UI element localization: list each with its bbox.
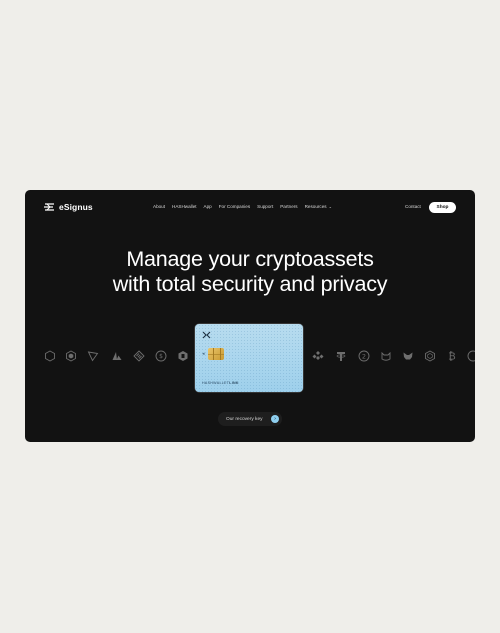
bitcoin-icon: ₿ bbox=[446, 350, 458, 363]
nav-item-partners[interactable]: Partners bbox=[280, 204, 297, 209]
shield-icon bbox=[424, 350, 436, 362]
nav-item-support[interactable]: Support bbox=[257, 204, 273, 209]
recovery-key-label: Our recovery key bbox=[226, 416, 263, 422]
website-frame: eSignus About HASHwallet App For Compani… bbox=[25, 190, 475, 442]
polygon-icon bbox=[177, 350, 189, 362]
hashwallet-card: ◂ HASHWALLETLINK bbox=[195, 324, 303, 392]
svg-text:2: 2 bbox=[362, 352, 366, 360]
generic-coin-icon bbox=[467, 350, 475, 362]
tether-icon bbox=[335, 350, 347, 362]
top-nav: eSignus About HASHwallet App For Compani… bbox=[25, 190, 475, 226]
metamask-icon bbox=[402, 350, 414, 362]
nav-item-resources-label: Resources bbox=[304, 204, 327, 209]
nav-item-app[interactable]: App bbox=[204, 204, 212, 209]
avalanche-icon bbox=[111, 350, 123, 362]
generic-coin-icon bbox=[44, 350, 56, 362]
contact-link[interactable]: Contact bbox=[405, 204, 421, 209]
main-menu: About HASHwallet App For Companies Suppo… bbox=[153, 204, 332, 209]
card-brand-prefix: HASHWALLET bbox=[202, 381, 230, 385]
cronos-icon bbox=[65, 350, 77, 362]
hashwallet-logo-icon bbox=[202, 331, 211, 339]
cat-icon bbox=[380, 350, 392, 362]
card-brand-text: HASHWALLETLINK bbox=[202, 381, 239, 385]
nfc-icon: ◂ bbox=[202, 351, 205, 357]
shop-button[interactable]: Shop bbox=[429, 202, 456, 213]
brand-name: eSignus bbox=[59, 202, 93, 212]
usdc-icon: $ bbox=[155, 350, 167, 362]
nav-item-hashwallet[interactable]: HASHwallet bbox=[172, 204, 197, 209]
hero-title-line-2: with total security and privacy bbox=[112, 272, 388, 296]
card-chip bbox=[208, 348, 224, 360]
brand-logo[interactable]: eSignus bbox=[44, 202, 93, 212]
binance-icon bbox=[312, 350, 324, 362]
nav-item-for-companies[interactable]: For Companies bbox=[219, 204, 250, 209]
svg-text:$: $ bbox=[159, 353, 163, 360]
binance-alt-icon bbox=[133, 350, 145, 362]
svg-text:₿: ₿ bbox=[448, 351, 455, 363]
two-icon: 2 bbox=[358, 350, 370, 362]
tron-icon bbox=[87, 350, 99, 362]
esignus-logo-icon bbox=[44, 203, 54, 211]
hero-title-line-1: Manage your cryptoassets bbox=[126, 247, 374, 271]
card-brand-suffix: LINK bbox=[229, 381, 239, 385]
nav-item-about[interactable]: About bbox=[153, 204, 165, 209]
recovery-key-button[interactable]: Our recovery key › bbox=[218, 412, 282, 426]
arrow-right-icon: › bbox=[271, 415, 279, 423]
nav-item-resources[interactable]: Resources ⌄ bbox=[305, 204, 332, 209]
chevron-down-icon: ⌄ bbox=[328, 204, 332, 209]
